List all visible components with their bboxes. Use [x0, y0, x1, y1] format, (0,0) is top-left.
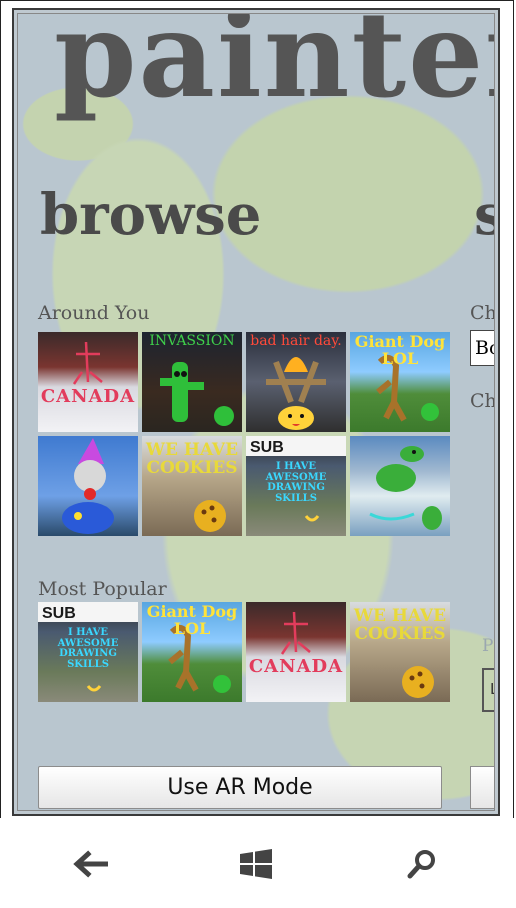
tile-bad-hair-day[interactable]: bad hair day. — [246, 332, 346, 432]
side-box[interactable]: L — [482, 668, 494, 712]
svg-text:SUB: SUB — [250, 439, 284, 456]
map-background: painter browse s Around You CANADA INVAS… — [17, 13, 495, 811]
tile-canada[interactable]: CANADA — [38, 332, 138, 432]
tile-caption: I HAVE AWESOME DRAWING SKILLS — [265, 461, 327, 504]
pivot-header-browse[interactable]: browse — [40, 182, 261, 248]
tile-subway[interactable]: SUB I HAVE AWESOME DRAWING SKILLS — [38, 602, 138, 702]
app-panorama: painter browse s Around You CANADA INVAS… — [12, 8, 500, 816]
side-label-2: Cho — [470, 390, 494, 412]
tile-subway[interactable]: SUB I HAVE AWESOME DRAWING SKILLS — [246, 436, 346, 536]
around-you-label: Around You — [38, 302, 150, 324]
around-you-grid: CANADA INVASSION bad hair day. Giant Dog… — [38, 332, 450, 536]
tile-caption: WE HAVE COOKIES — [353, 606, 447, 644]
side-button[interactable] — [470, 766, 494, 809]
tile-caption: CANADA — [248, 656, 344, 677]
tile-caption: Giant Dog LOL — [354, 332, 446, 368]
use-ar-mode-button[interactable]: Use AR Mode — [38, 766, 442, 809]
navigation-bar — [0, 818, 514, 906]
dinosaur-drawing — [369, 446, 442, 530]
tile-canada[interactable]: CANADA — [246, 602, 346, 702]
side-label-1: Cho — [470, 302, 494, 324]
tile-caption: CANADA — [40, 386, 136, 407]
tile-caption: bad hair day. — [250, 333, 342, 349]
side-faint-label: Pr — [482, 636, 494, 656]
tile-invasion[interactable]: INVASSION — [142, 332, 242, 432]
stick-figure-drawing — [280, 611, 311, 655]
app-title: painter — [54, 13, 494, 124]
back-button[interactable] — [70, 846, 110, 882]
tile-caption: WE HAVE COOKIES — [145, 440, 239, 478]
side-select-field[interactable]: Bo — [470, 330, 494, 366]
tile-caption: INVASSION — [149, 333, 235, 349]
windows-logo-icon — [240, 849, 272, 879]
tile-cookies[interactable]: WE HAVE COOKIES — [142, 436, 242, 536]
magnifier-icon — [407, 850, 435, 879]
most-popular-label: Most Popular — [38, 578, 167, 600]
tile-giant-dog[interactable]: Giant Dog LOL — [142, 602, 242, 702]
most-popular-grid: SUB I HAVE AWESOME DRAWING SKILLS Giant … — [38, 602, 450, 702]
arrow-left-icon — [73, 850, 108, 878]
tile-dino[interactable] — [350, 436, 450, 536]
stick-figure-drawing — [72, 341, 103, 385]
pivot-header-next[interactable]: s — [474, 182, 494, 248]
clown-drawing — [62, 438, 114, 534]
tile-giant-dog[interactable]: Giant Dog LOL — [350, 332, 450, 432]
tile-caption: Giant Dog LOL — [146, 602, 238, 638]
tile-caption: I HAVE AWESOME DRAWING SKILLS — [57, 627, 119, 670]
tile-cookies[interactable]: WE HAVE COOKIES — [350, 602, 450, 702]
search-button[interactable] — [402, 846, 442, 882]
start-button[interactable] — [236, 846, 276, 882]
tile-clown[interactable] — [38, 436, 138, 536]
svg-text:SUB: SUB — [42, 605, 76, 622]
